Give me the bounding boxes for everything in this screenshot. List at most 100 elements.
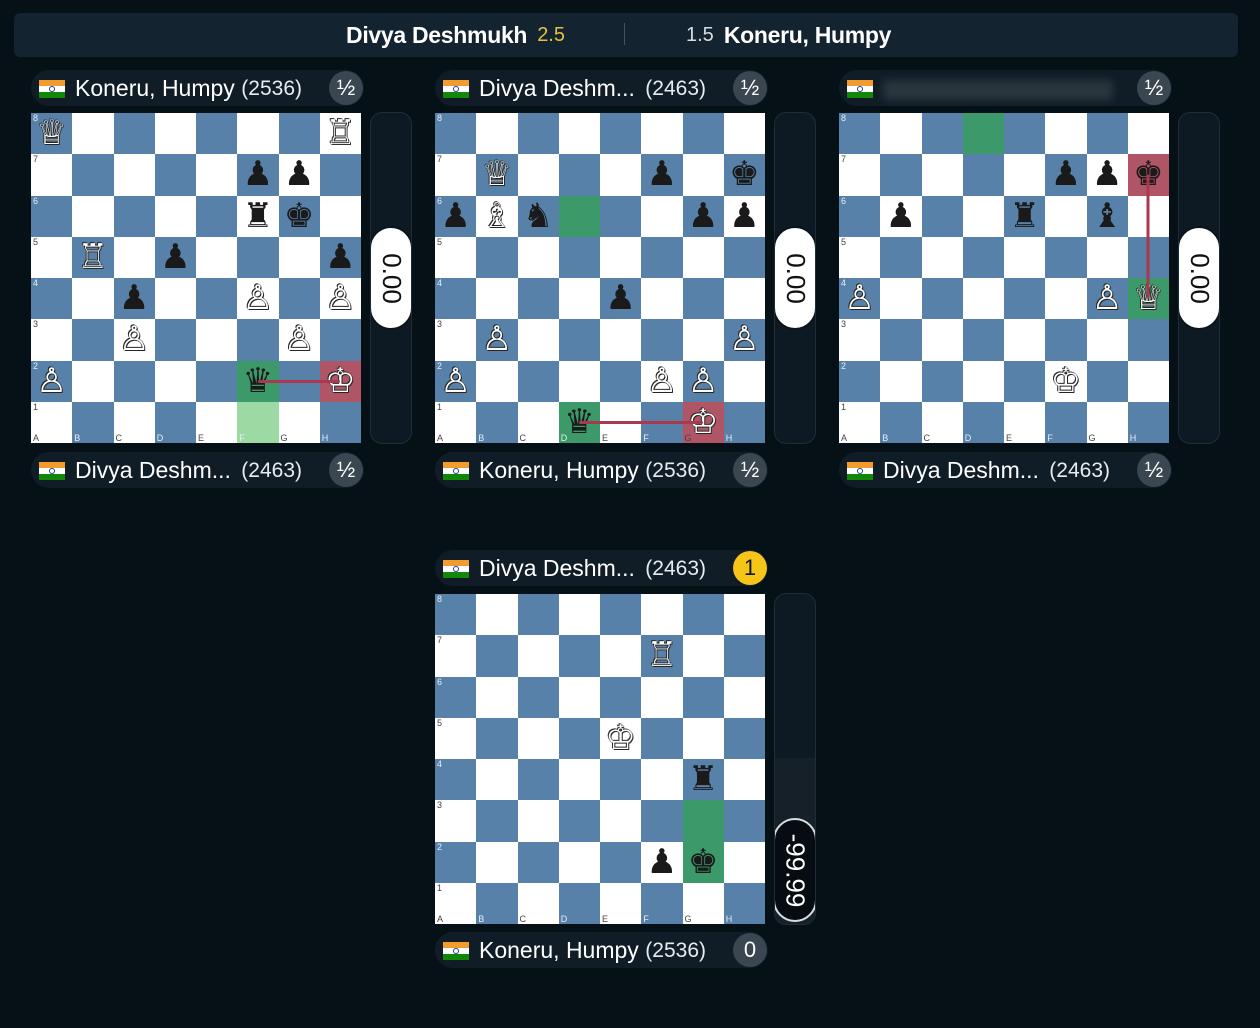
square-f8[interactable] <box>641 113 683 155</box>
square-h7[interactable]: ♚ <box>723 154 765 196</box>
square-f1[interactable]: F <box>237 401 279 443</box>
square-a6[interactable]: 6 <box>435 676 477 718</box>
black-pawn-icon[interactable]: ♟ <box>320 237 361 278</box>
white-pawn-icon[interactable]: ♙ <box>114 319 155 360</box>
square-h5[interactable] <box>723 236 765 278</box>
square-f8[interactable] <box>1045 113 1087 155</box>
square-d6[interactable] <box>154 195 196 237</box>
square-e4[interactable] <box>600 759 642 801</box>
square-h8[interactable] <box>723 594 765 636</box>
left-player-name[interactable]: Divya Deshmukh <box>346 22 527 49</box>
square-g4[interactable] <box>682 278 724 320</box>
square-c8[interactable] <box>517 594 559 636</box>
square-d7[interactable] <box>558 635 600 677</box>
square-g6[interactable]: ♝ <box>1086 195 1128 237</box>
square-d3[interactable] <box>962 319 1004 361</box>
square-h3[interactable]: ♙ <box>723 319 765 361</box>
square-h2[interactable] <box>723 841 765 883</box>
white-pawn-icon[interactable]: ♙ <box>237 278 278 319</box>
square-g6[interactable]: ♟ <box>682 195 724 237</box>
square-c2[interactable] <box>517 841 559 883</box>
game-card[interactable]: Divya Deshm... (2463) 1 8 7 ♖ 6 5 ♔ 4 ♜ 3 2 ♟ ♚ 1 A B C… <box>435 550 817 970</box>
square-d3[interactable] <box>558 319 600 361</box>
square-c5[interactable] <box>517 236 559 278</box>
square-e2[interactable] <box>1004 360 1046 402</box>
square-e8[interactable] <box>196 113 238 155</box>
square-g2[interactable] <box>1086 360 1128 402</box>
square-d5[interactable] <box>558 236 600 278</box>
black-pawn-icon[interactable]: ♟ <box>641 842 682 883</box>
square-g6[interactable] <box>682 676 724 718</box>
square-d4[interactable] <box>558 759 600 801</box>
square-b8[interactable] <box>476 113 518 155</box>
square-g4[interactable] <box>278 278 320 320</box>
white-pawn-icon[interactable]: ♙ <box>320 278 361 319</box>
square-b1[interactable]: B <box>72 401 114 443</box>
game-card[interactable]: ½ 87♟♟♚6♟♜♝54♙♙♕32♔1ABCDEFGH 0.00 Divya … <box>839 70 1221 490</box>
square-f7[interactable]: ♟ <box>641 154 683 196</box>
square-h4[interactable]: ♙ <box>319 278 361 320</box>
square-d5[interactable] <box>558 717 600 759</box>
square-d6[interactable] <box>962 195 1004 237</box>
white-queen-icon[interactable]: ♕ <box>31 113 72 154</box>
square-h6[interactable]: ♟ <box>723 195 765 237</box>
square-d4[interactable] <box>154 278 196 320</box>
square-f3[interactable] <box>237 319 279 361</box>
square-f7[interactable]: ♖ <box>641 635 683 677</box>
square-c3[interactable]: ♙ <box>113 319 155 361</box>
square-f8[interactable] <box>641 594 683 636</box>
square-f7[interactable]: ♟ <box>237 154 279 196</box>
black-pawn-icon[interactable]: ♟ <box>1087 154 1128 195</box>
square-d8[interactable] <box>558 113 600 155</box>
square-f2[interactable]: ♙ <box>641 360 683 402</box>
square-h8[interactable] <box>1127 113 1169 155</box>
square-c8[interactable] <box>921 113 963 155</box>
square-g8[interactable] <box>682 594 724 636</box>
player-bar-top[interactable]: Divya Deshm... (2463) 1 <box>435 550 768 586</box>
square-a7[interactable]: 7 <box>839 154 881 196</box>
square-d1[interactable]: D <box>154 401 196 443</box>
black-king-icon[interactable]: ♚ <box>724 154 765 195</box>
square-g7[interactable]: ♟ <box>278 154 320 196</box>
black-king-icon[interactable]: ♚ <box>683 842 724 883</box>
square-b3[interactable] <box>476 800 518 842</box>
square-g2[interactable]: ♙ <box>682 360 724 402</box>
square-d8[interactable] <box>962 113 1004 155</box>
white-king-icon[interactable]: ♔ <box>1045 361 1086 402</box>
white-bishop-icon[interactable]: ♗ <box>476 196 517 237</box>
square-a4[interactable]: 4 ♙ <box>839 278 881 320</box>
chess-board[interactable]: 8 7 ♕ ♟ ♚ 6 ♟ ♗ ♞ ♟ ♟ 5 4 ♟ 3 ♙ ♙ 2 ♙ ♙ ♙ 1 A B C D ♛ E F G ♔ H <box>435 113 765 443</box>
square-g4[interactable]: ♜ <box>682 759 724 801</box>
square-b5[interactable] <box>880 236 922 278</box>
square-f3[interactable] <box>641 319 683 361</box>
player-bar-bottom[interactable]: Divya Deshm... (2463) ½ <box>839 452 1172 488</box>
square-f4[interactable] <box>641 759 683 801</box>
square-c3[interactable] <box>921 319 963 361</box>
square-b7[interactable] <box>72 154 114 196</box>
square-a1[interactable]: 1A <box>435 882 477 924</box>
square-b7[interactable]: ♕ <box>476 154 518 196</box>
square-g1[interactable]: G <box>1086 401 1128 443</box>
square-e4[interactable] <box>1004 278 1046 320</box>
square-d2[interactable] <box>154 360 196 402</box>
square-b2[interactable] <box>476 360 518 402</box>
square-h3[interactable] <box>723 800 765 842</box>
square-h3[interactable] <box>319 319 361 361</box>
chess-board[interactable]: 8 7 ♖ 6 5 ♔ 4 ♜ 3 2 ♟ ♚ 1 A B C D E F G H <box>435 594 765 924</box>
square-b8[interactable] <box>880 113 922 155</box>
square-a1[interactable]: 1A <box>839 401 881 443</box>
square-d7[interactable] <box>558 154 600 196</box>
black-pawn-icon[interactable]: ♟ <box>724 196 765 237</box>
square-b7[interactable] <box>880 154 922 196</box>
square-e2[interactable] <box>600 841 642 883</box>
square-c3[interactable] <box>517 800 559 842</box>
square-f7[interactable]: ♟ <box>1045 154 1087 196</box>
square-e7[interactable] <box>1004 154 1046 196</box>
square-b1[interactable]: B <box>476 882 518 924</box>
square-d2[interactable] <box>558 841 600 883</box>
square-a3[interactable]: 3 <box>839 319 881 361</box>
square-d5[interactable]: ♟ <box>154 236 196 278</box>
square-a6[interactable]: 6 <box>31 195 73 237</box>
black-rook-icon[interactable]: ♜ <box>1004 196 1045 237</box>
square-h1[interactable]: H <box>723 401 765 443</box>
